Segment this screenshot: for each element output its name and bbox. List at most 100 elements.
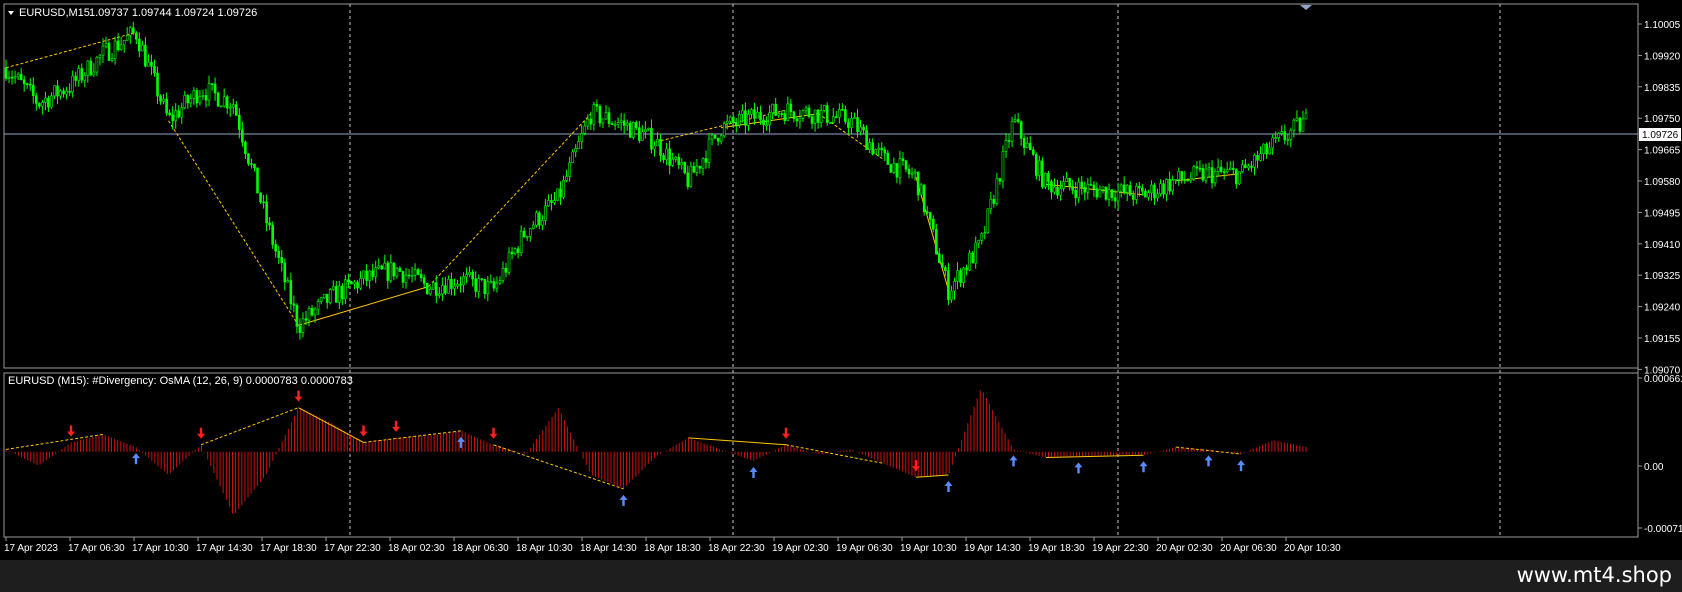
- candle-body: [386, 262, 390, 281]
- candle-body: [147, 61, 150, 67]
- candle-body: [813, 109, 817, 124]
- candle-body: [1195, 166, 1199, 169]
- candle-body: [531, 224, 535, 229]
- candle-body: [1304, 112, 1308, 120]
- candle-body: [541, 220, 544, 226]
- candle-body: [835, 116, 838, 118]
- candle-body: [777, 113, 781, 116]
- candle-body: [498, 280, 502, 284]
- arrow-down-icon: [392, 420, 400, 432]
- candle-body: [228, 106, 232, 109]
- candle-body: [1135, 186, 1138, 200]
- candle-body: [1210, 167, 1214, 184]
- candle-body: [507, 251, 511, 273]
- candle-body: [562, 180, 565, 198]
- candle-body: [80, 68, 84, 81]
- candle-body: [728, 116, 732, 122]
- candle-body: [680, 162, 684, 166]
- candle-body: [413, 269, 417, 276]
- candle-body: [1292, 119, 1296, 131]
- candle-body: [525, 235, 529, 238]
- candle-body: [616, 122, 620, 125]
- candle-body: [125, 34, 129, 41]
- candle-body: [162, 98, 165, 102]
- triangle-down-icon[interactable]: [8, 11, 14, 15]
- arrow-up-icon: [944, 480, 953, 492]
- divergence-lines: [5, 31, 1242, 326]
- candle-body: [977, 240, 981, 244]
- candle-body: [544, 205, 547, 221]
- candle-body: [371, 270, 374, 277]
- candle-body: [286, 280, 290, 283]
- candle-body: [886, 152, 890, 165]
- candle-body: [422, 277, 426, 284]
- candle-body: [1250, 165, 1253, 168]
- indicator-tick-label: 0.00: [1644, 462, 1664, 473]
- candle-body: [631, 122, 635, 138]
- candle-body: [1219, 166, 1223, 172]
- candle-body: [74, 75, 77, 81]
- candle-body: [1192, 166, 1196, 180]
- candle-body: [795, 118, 799, 122]
- candle-body: [1168, 179, 1171, 192]
- candle-body: [268, 222, 271, 226]
- candle-body: [104, 43, 108, 47]
- candle-body: [850, 117, 853, 128]
- candle-body: [583, 125, 587, 134]
- candle-body: [289, 280, 293, 305]
- symbol-label: EURUSD,M15: [19, 7, 90, 19]
- candle-body: [1119, 184, 1123, 192]
- price-tick-label: 1.09835: [1644, 83, 1681, 94]
- candle-body: [53, 85, 56, 97]
- candle-body: [441, 285, 444, 295]
- chart-canvas[interactable]: EURUSD,M15 1.09737 1.09744 1.09724 1.097…: [0, 0, 1682, 560]
- candle-body: [916, 171, 920, 196]
- candle-body: [465, 274, 468, 277]
- candle-body: [1110, 189, 1114, 198]
- chart-window[interactable]: EURUSD,M15 1.09737 1.09744 1.09724 1.097…: [0, 0, 1682, 592]
- candle-body: [119, 44, 123, 50]
- candle-body: [1183, 179, 1187, 181]
- candle-body: [983, 232, 987, 235]
- arrow-up-icon: [619, 494, 628, 506]
- candle-body: [847, 121, 850, 128]
- candle-body: [13, 76, 17, 79]
- candle-body: [419, 274, 423, 279]
- candle-body: [1156, 193, 1159, 199]
- arrow-up-icon: [1139, 461, 1148, 473]
- candle-body: [307, 308, 311, 321]
- candle-body: [774, 103, 777, 116]
- time-tick-label: 20 Apr 06:30: [1220, 543, 1277, 554]
- candle-body: [1259, 153, 1262, 161]
- candle-body: [962, 267, 965, 283]
- price-tick-label: 1.09580: [1644, 177, 1681, 188]
- shift-marker-icon[interactable]: [1300, 5, 1312, 10]
- candle-body: [825, 105, 829, 123]
- indicator-tick-label: -0.000717: [1644, 524, 1682, 535]
- arrow-down-icon: [67, 425, 75, 437]
- arrow-up-icon: [1237, 460, 1245, 472]
- candle-body: [316, 301, 320, 310]
- time-tick-label: 19 Apr 22:30: [1092, 543, 1149, 554]
- candle-body: [1201, 168, 1205, 181]
- candle-body: [686, 172, 690, 187]
- candle-body: [198, 95, 202, 104]
- candle-body: [459, 283, 462, 286]
- candle-body: [113, 40, 117, 59]
- candle-body: [1095, 188, 1099, 198]
- time-tick-label: 17 Apr 2023: [4, 543, 58, 554]
- candle-body: [610, 123, 614, 125]
- candle-body: [31, 84, 35, 97]
- candle-body: [410, 274, 414, 277]
- candle-body: [695, 165, 699, 173]
- candle-body: [156, 72, 159, 97]
- candle-body: [241, 129, 244, 143]
- candle-body: [947, 270, 950, 301]
- price-axis: 1.10005 1.09920 1.09835 1.09750 1.09665 1.095…: [1638, 20, 1681, 376]
- candle-body: [1186, 179, 1190, 182]
- time-tick-label: 18 Apr 02:30: [388, 543, 445, 554]
- candle-body: [377, 265, 381, 269]
- candle-body: [95, 56, 99, 73]
- candle-body: [235, 104, 238, 116]
- candle-body: [168, 112, 171, 116]
